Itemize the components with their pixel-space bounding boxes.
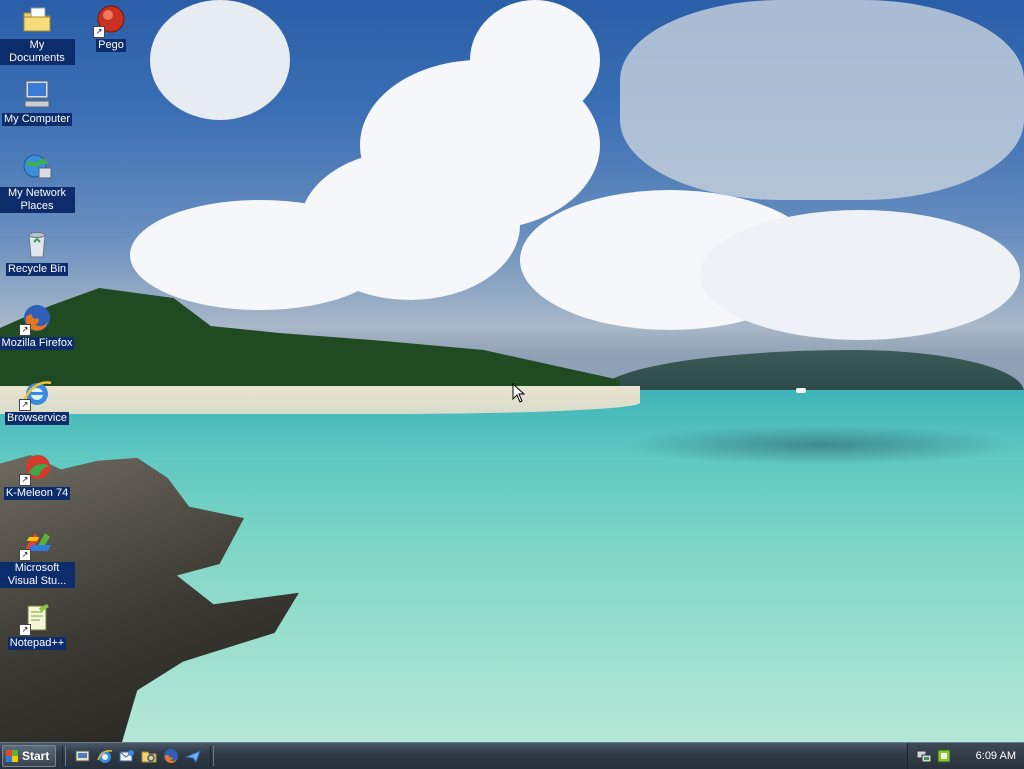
computer-icon — [21, 78, 53, 110]
taskbar-separator — [62, 746, 67, 766]
quick-launch-messenger[interactable] — [184, 747, 202, 765]
recycle-bin-icon — [21, 228, 53, 260]
desktop-icon-label: K-Meleon 74 — [3, 487, 71, 500]
shortcut-arrow-icon: ↗ — [19, 399, 31, 411]
network-places-icon — [21, 152, 53, 184]
desktop-wallpaper — [0, 0, 1024, 742]
quick-launch-firefox[interactable] — [162, 747, 180, 765]
messenger-icon — [185, 750, 202, 764]
shortcut-arrow-icon: ↗ — [19, 549, 31, 561]
windows-explorer-icon — [141, 751, 157, 763]
desktop-icon-my-network-places[interactable]: My Network Places — [0, 152, 75, 213]
windows-logo-icon — [6, 750, 18, 762]
quick-launch-internet-explorer[interactable] — [96, 747, 114, 765]
desktop-icon-label: My Network Places — [0, 187, 75, 213]
quick-launch-outlook-express[interactable] — [118, 747, 136, 765]
notepad-plus-plus-icon: ↗ — [19, 602, 53, 636]
firefox-icon — [164, 749, 179, 764]
desktop-icon-label: Mozilla Firefox — [0, 337, 75, 350]
desktop-icon-pego[interactable]: ↗ Pego — [73, 4, 149, 52]
mouse-cursor-icon — [512, 382, 526, 403]
taskbar: Start 6:09 AM — [0, 742, 1024, 769]
desktop-icon-microsoft-visual-studio[interactable]: ↗ Microsoft Visual Stu... — [0, 527, 75, 588]
desktop-icon-label: My Documents — [0, 39, 75, 65]
shortcut-arrow-icon: ↗ — [19, 324, 31, 336]
desktop-icon-label: Pego — [96, 39, 126, 52]
desktop-icon-label: Recycle Bin — [5, 263, 69, 276]
desktop-icon-my-documents[interactable]: My Documents — [0, 4, 75, 65]
network-tray-icon[interactable] — [916, 748, 932, 764]
quick-launch-show-desktop[interactable] — [74, 747, 92, 765]
shortcut-arrow-icon: ↗ — [19, 624, 31, 636]
visual-studio-icon: ↗ — [19, 527, 53, 561]
firefox-icon: ↗ — [19, 302, 53, 336]
k-meleon-icon: ↗ — [19, 452, 53, 486]
show-desktop-icon — [75, 750, 90, 762]
shortcut-arrow-icon: ↗ — [93, 26, 105, 38]
outlook-express-icon — [119, 750, 135, 762]
taskbar-separator — [210, 746, 215, 766]
internet-explorer-icon — [97, 750, 113, 763]
desktop-icon-mozilla-firefox[interactable]: ↗ Mozilla Firefox — [0, 302, 75, 350]
desktop-icon-recycle-bin[interactable]: Recycle Bin — [0, 228, 75, 276]
desktop-icon-label: My Computer — [1, 113, 73, 126]
desktop-icon-label: Notepad++ — [7, 637, 67, 650]
utility-tray-icon[interactable] — [936, 748, 952, 764]
folder-documents-icon — [21, 4, 53, 36]
desktop-icon-k-meleon-74[interactable]: ↗ K-Meleon 74 — [0, 452, 75, 500]
start-label: Start — [22, 749, 50, 763]
start-button[interactable]: Start — [2, 745, 57, 767]
desktop-icon-notepad-plus-plus[interactable]: ↗ Notepad++ — [0, 602, 75, 650]
internet-explorer-icon: ↗ — [19, 377, 53, 411]
desktop-icon-label: Microsoft Visual Stu... — [0, 562, 75, 588]
shortcut-arrow-icon: ↗ — [19, 474, 31, 486]
pego-icon: ↗ — [93, 4, 127, 38]
desktop-icon-label: Browservice — [5, 412, 69, 425]
desktop-icon-my-computer[interactable]: My Computer — [0, 78, 75, 126]
system-tray: 6:09 AM — [906, 743, 1024, 769]
taskbar-clock[interactable]: 6:09 AM — [976, 750, 1016, 762]
desktop-icon-browservice[interactable]: ↗ Browservice — [0, 377, 75, 425]
quick-launch-windows-explorer[interactable] — [140, 747, 158, 765]
